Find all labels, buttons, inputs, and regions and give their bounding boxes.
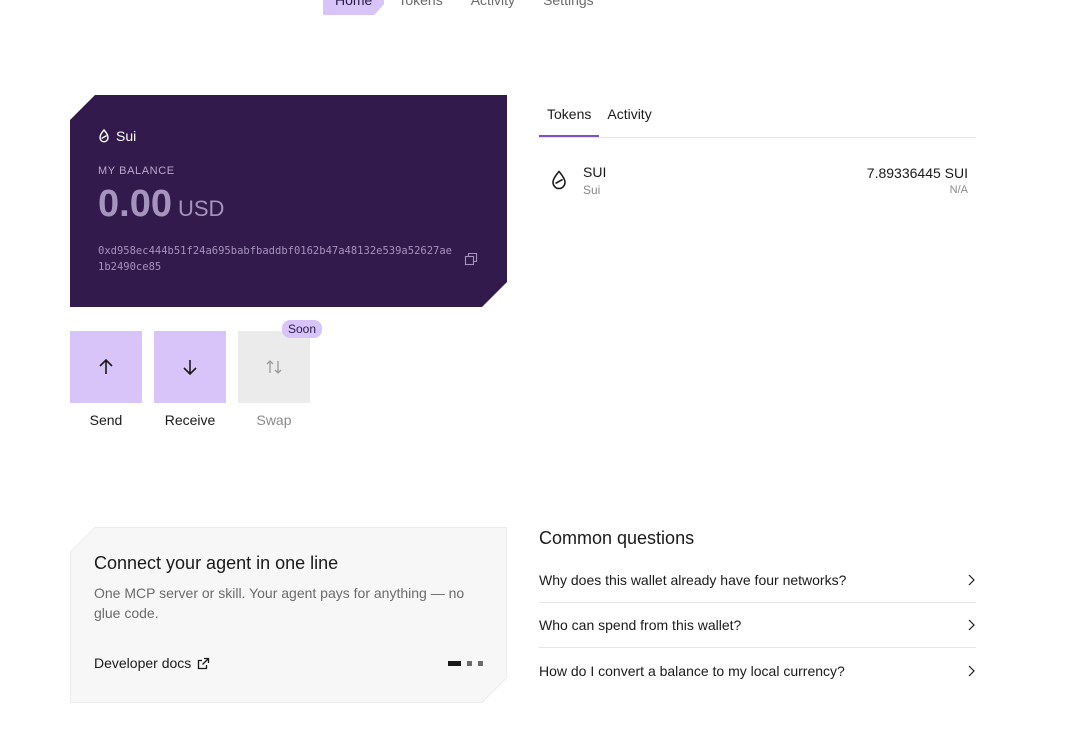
network-name: Sui xyxy=(116,128,137,144)
nav-tab-label: Home xyxy=(335,0,373,8)
promo-card: Connect your agent in one line One MCP s… xyxy=(70,527,507,703)
copy-icon[interactable] xyxy=(464,252,478,266)
nav-tab-label: Settings xyxy=(543,0,594,8)
swap-action: Swap Soon xyxy=(238,320,323,428)
faq-list: Why does this wallet already have four n… xyxy=(539,558,976,693)
carousel-dot-1[interactable] xyxy=(448,661,461,666)
chevron-right-icon xyxy=(968,665,975,676)
nav-tab-tokens[interactable]: Tokens xyxy=(384,0,456,15)
token-amount: 7.89336445 SUI xyxy=(866,164,968,181)
soon-badge: Soon xyxy=(282,320,323,338)
faq-item[interactable]: Why does this wallet already have four n… xyxy=(539,558,976,603)
balance-amount: 0.00 xyxy=(98,183,172,225)
token-symbol: SUI xyxy=(583,163,607,180)
promo-title: Connect your agent in one line xyxy=(94,553,339,573)
send-button[interactable] xyxy=(70,331,142,403)
tab-activity[interactable]: Activity xyxy=(599,95,659,137)
send-label: Send xyxy=(89,412,123,428)
wallet-card: Sui MY BALANCE 0.00 USD 0xd958ec444b51f2… xyxy=(70,95,507,307)
faq-item[interactable]: How do I convert a balance to my local c… xyxy=(539,648,976,693)
swap-arrows-icon xyxy=(266,360,282,374)
sui-drop-icon xyxy=(552,170,566,190)
faq-title: Common questions xyxy=(539,528,695,548)
tab-tokens[interactable]: Tokens xyxy=(539,95,600,137)
chevron-right-icon xyxy=(968,574,975,586)
action-buttons: Send Receive Swap Soon xyxy=(70,320,323,428)
wallet-address: 0xd958ec444b51f24a695babfbaddbf0162b47a4… xyxy=(98,245,453,273)
carousel-dots xyxy=(448,661,483,666)
nav-tab-home[interactable]: Home xyxy=(323,0,384,15)
token-icon xyxy=(539,155,579,205)
nav-tab-label: Tokens xyxy=(398,0,443,8)
network-badge: Sui xyxy=(98,128,136,144)
developer-docs-label: Developer docs xyxy=(94,655,192,671)
carousel-dot-3[interactable] xyxy=(478,661,483,666)
swap-label: Swap xyxy=(256,412,292,428)
nav-tab-label: Activity xyxy=(470,0,516,8)
balance-label: MY BALANCE xyxy=(98,165,175,177)
receive-action: Receive xyxy=(154,331,226,428)
token-names: SUI Sui xyxy=(583,164,606,197)
token-row[interactable]: SUI Sui 7.89336445 SUI N/A xyxy=(539,155,976,205)
faq-question: Why does this wallet already have four n… xyxy=(539,572,847,588)
faq-question: Who can spend from this wallet? xyxy=(539,617,742,633)
balance-currency: USD xyxy=(177,196,225,221)
promo-body: One MCP server or skill. Your agent pays… xyxy=(94,585,465,621)
top-nav: Home Tokens Activity Settings xyxy=(323,0,608,15)
faq-question: How do I convert a balance to my local c… xyxy=(539,662,845,679)
chevron-right-icon xyxy=(968,619,975,631)
swap-button xyxy=(238,331,310,403)
token-values: 7.89336445 SUI N/A xyxy=(867,165,968,196)
sui-drop-icon xyxy=(98,129,110,143)
nav-tab-settings[interactable]: Settings xyxy=(529,0,608,15)
carousel-dot-2[interactable] xyxy=(467,661,472,666)
panel-tabs: Tokens Activity xyxy=(539,95,976,138)
developer-docs-link[interactable]: Developer docs xyxy=(94,655,210,671)
balance: 0.00 USD xyxy=(98,183,224,226)
nav-tab-activity[interactable]: Activity xyxy=(457,0,529,15)
token-fiat-value: N/A xyxy=(949,183,968,196)
faq-item[interactable]: Who can spend from this wallet? xyxy=(539,603,976,648)
token-name: Sui xyxy=(583,182,601,197)
receive-label: Receive xyxy=(164,412,216,428)
receive-button[interactable] xyxy=(154,331,226,403)
external-link-icon xyxy=(197,657,210,670)
send-action: Send xyxy=(70,331,142,428)
arrow-down-icon xyxy=(183,360,197,376)
arrow-up-icon xyxy=(99,358,113,374)
